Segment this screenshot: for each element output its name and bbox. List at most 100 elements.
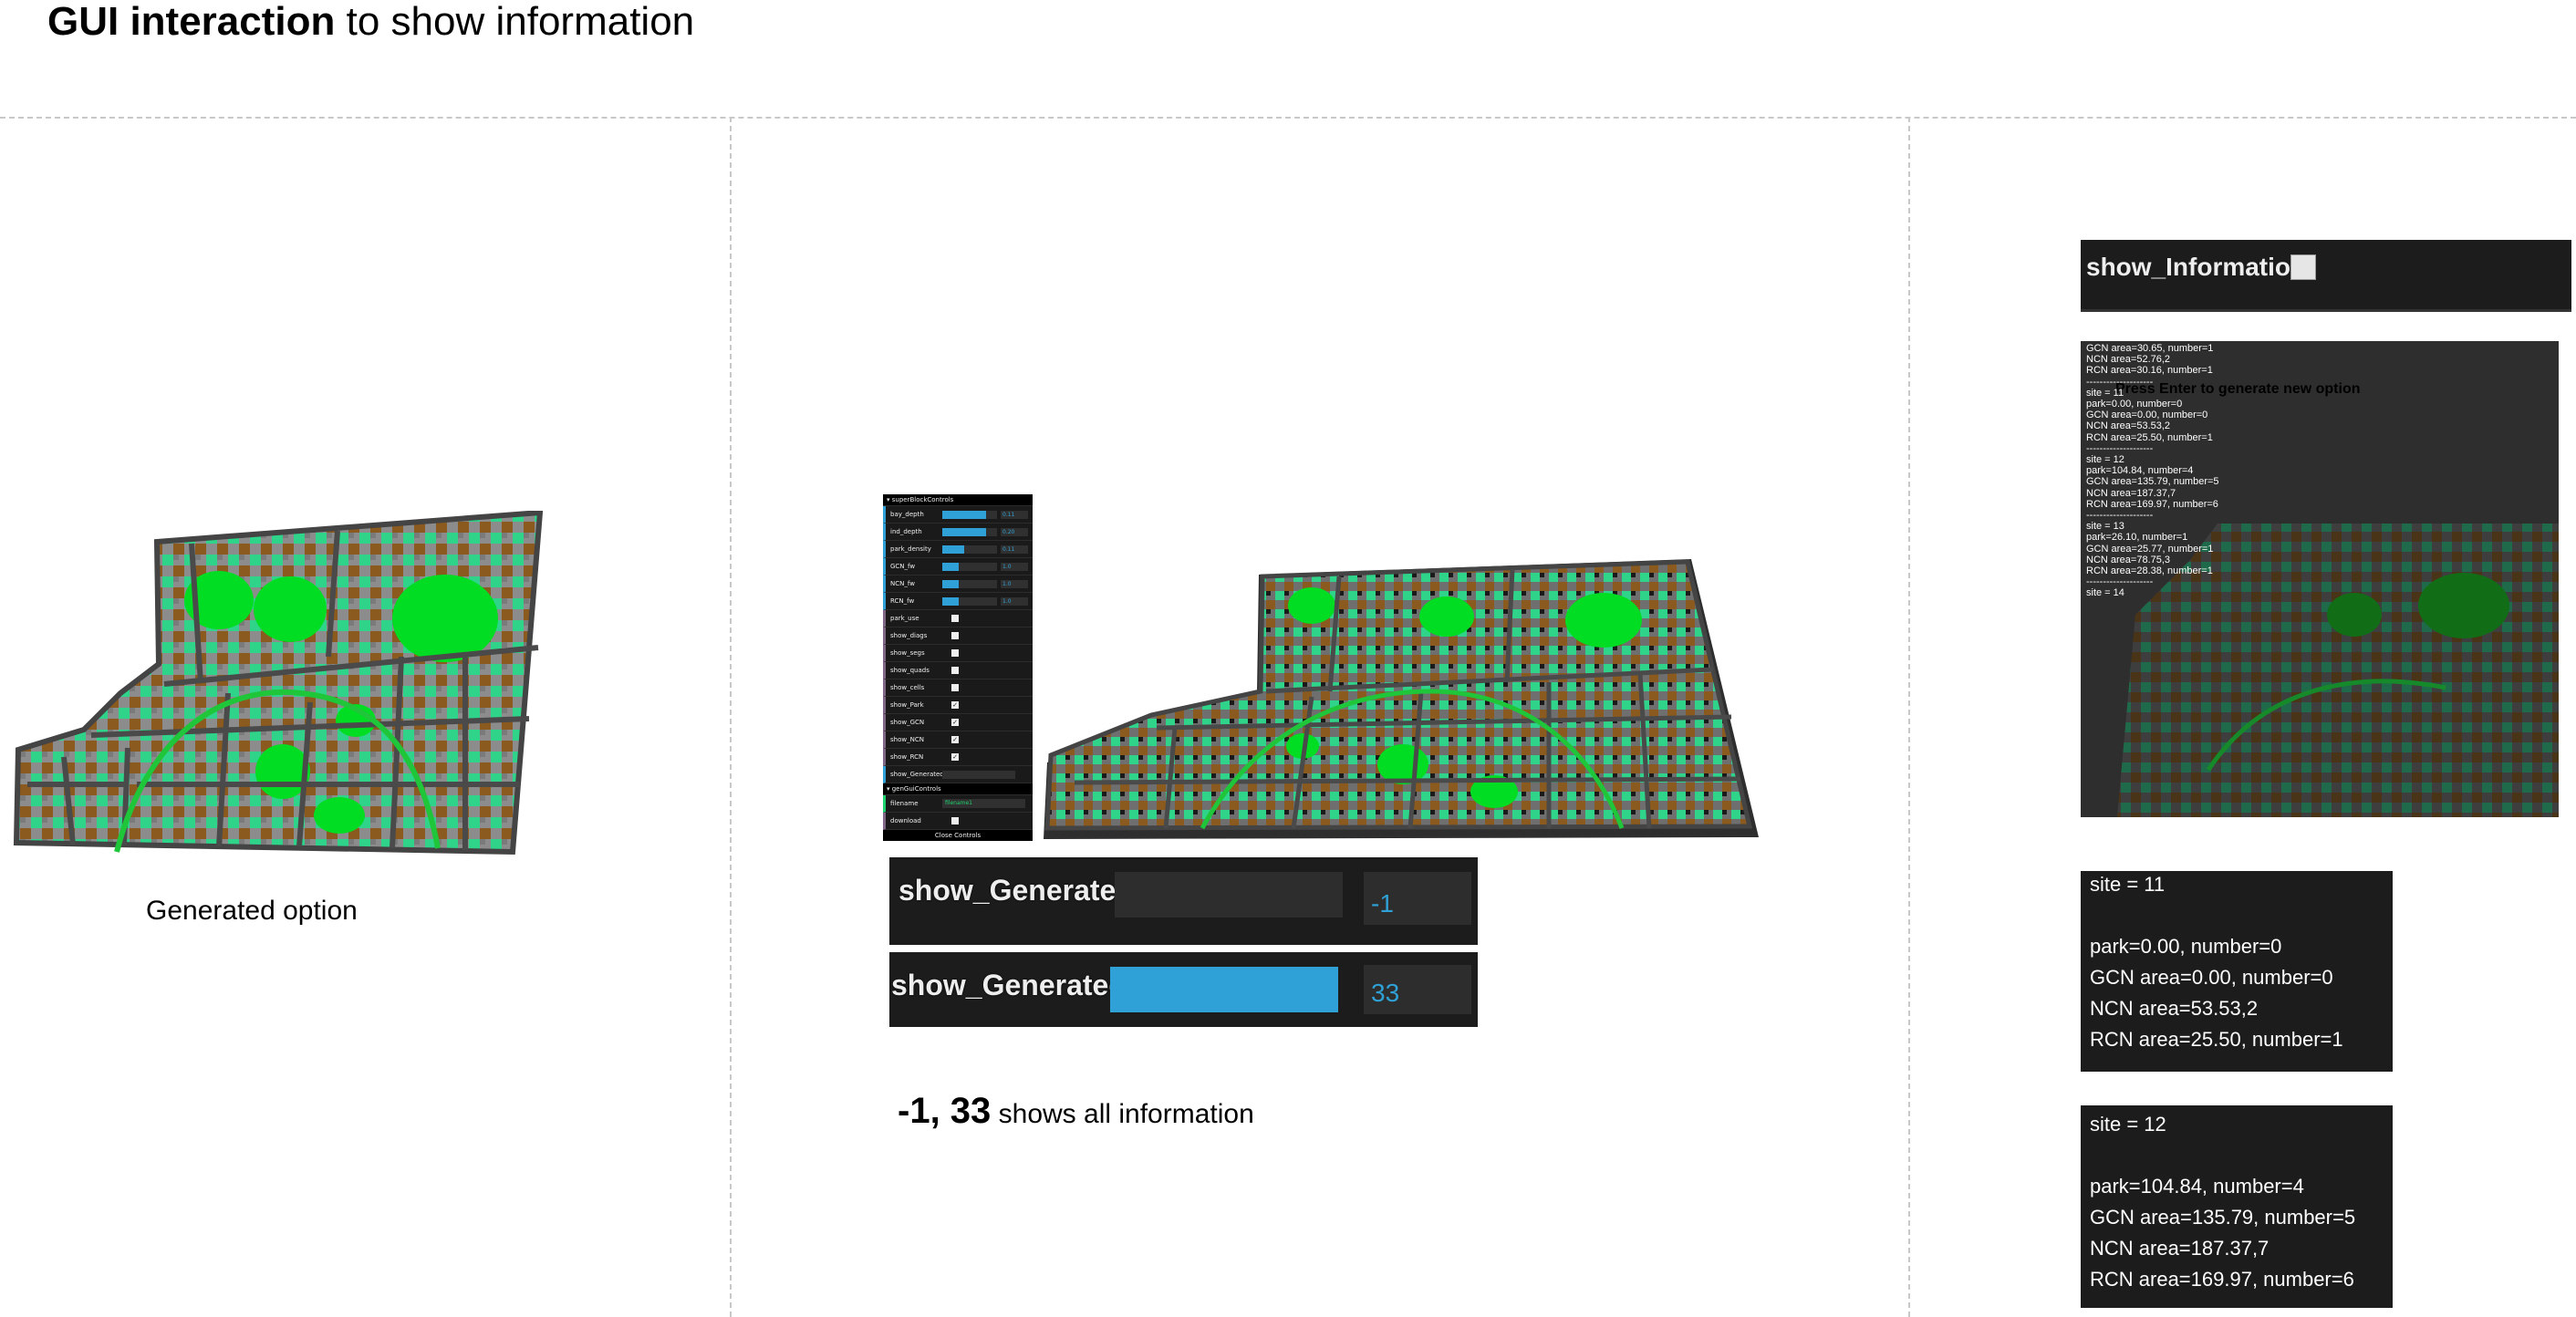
gui-checkbox[interactable] [951, 684, 959, 691]
gui-slider[interactable] [942, 580, 997, 588]
gui-controls-panel[interactable]: ▾ superBlockControls bay_depth 0.11 ind_de… [883, 494, 1033, 841]
gui-number-field[interactable]: 1.0 [1001, 563, 1028, 571]
caption-text: shows all information [998, 1099, 1254, 1129]
gui-slider-fill [942, 545, 964, 554]
gui-slider[interactable] [942, 545, 997, 554]
rcn-info: RCN area=169.97, number=6 [2090, 1268, 2354, 1291]
info-line: GCN area=25.77, number=1 [2086, 543, 2214, 555]
show-generated-slider-full[interactable] [1110, 967, 1338, 1012]
show-generated-control-low[interactable]: show_Generated -1 [889, 857, 1478, 945]
site-label: site = 12 [2090, 1113, 2166, 1136]
gui-label: NCN_fw [890, 580, 915, 587]
info-line: NCN area=187.37,7 [2086, 487, 2176, 499]
gui-row-checkbox[interactable]: show_GCN ✓ [883, 714, 1033, 731]
gui-row-number[interactable]: bay_depth 0.11 [883, 506, 1033, 524]
show-information-control[interactable]: show_Information [2081, 240, 2571, 312]
gui-row-number[interactable]: ind_depth 0.20 [883, 524, 1033, 541]
gui-row-show-generated[interactable]: show_Generated [883, 766, 1033, 783]
info-line: RCN area=30.16, number=1 [2086, 365, 2213, 377]
gui-row-checkbox[interactable]: park_use [883, 610, 1033, 627]
gui-row-number[interactable]: GCN_fw 1.0 [883, 558, 1033, 576]
gui-checkbox[interactable]: ✓ [951, 719, 959, 726]
gui-label: bay_depth [890, 511, 924, 518]
ncn-info: NCN area=53.53,2 [2090, 997, 2259, 1020]
info-line: site = 12 [2086, 454, 2124, 465]
gui-row-checkbox[interactable]: show_NCN ✓ [883, 731, 1033, 749]
show-generated-value[interactable]: 33 [1364, 965, 1471, 1014]
gui-label: download [890, 817, 921, 824]
info-line: RCN area=28.38, number=1 [2086, 565, 2213, 576]
gui-label: show_Park [890, 701, 924, 709]
info-line: GCN area=30.65, number=1 [2086, 343, 2214, 354]
show-generated-value[interactable]: -1 [1364, 872, 1471, 925]
info-line: GCN area=0.00, number=0 [2086, 410, 2208, 421]
column-divider-1 [730, 117, 732, 1317]
gui-checkbox[interactable] [951, 667, 959, 674]
gui-slider[interactable] [942, 597, 997, 606]
show-generated-label: show_Generated [898, 874, 1134, 907]
gui-label: show_quads [890, 667, 930, 674]
gcn-info: GCN area=0.00, number=0 [2090, 966, 2333, 989]
gui-row-checkbox[interactable]: show_diags [883, 627, 1033, 645]
gui-checkbox[interactable] [951, 632, 959, 639]
show-information-checkbox[interactable] [2290, 254, 2316, 280]
gui-checkbox[interactable] [951, 615, 959, 622]
gui-label: show_GCN [890, 719, 925, 726]
site-12-info-panel: site = 12 park=104.84, number=4 GCN area… [2081, 1105, 2393, 1308]
gui-slider[interactable] [942, 563, 997, 571]
info-line: RCN area=25.50, number=1 [2086, 431, 2213, 443]
gui-number-field[interactable]: 1.0 [1001, 580, 1028, 588]
park-info: park=104.84, number=4 [2090, 1175, 2304, 1198]
gui-label: GCN_fw [890, 563, 916, 570]
gui-label: show_cells [890, 684, 925, 691]
gui-label: park_use [890, 615, 919, 622]
gui-checkbox[interactable]: ✓ [951, 736, 959, 743]
gui-number-field[interactable]: 1.0 [1001, 597, 1028, 606]
gui-slider-fill [942, 580, 959, 588]
info-line: NCN area=52.76,2 [2086, 354, 2171, 366]
gui-row-checkbox[interactable]: show_RCN ✓ [883, 749, 1033, 766]
gui-checkbox[interactable]: ✓ [951, 701, 959, 709]
gui-slider-fill [942, 528, 986, 536]
gui-row-number[interactable]: park_density 0.11 [883, 541, 1033, 558]
gui-checkbox[interactable] [951, 649, 959, 657]
info-line: site = 11 [2086, 387, 2124, 399]
gui-row-checkbox[interactable]: show_Park ✓ [883, 697, 1033, 714]
gui-label: park_density [890, 545, 931, 553]
gui-label: filename [890, 800, 919, 807]
filename-input[interactable]: filename1 [942, 799, 1025, 808]
info-line: park=0.00, number=0 [2086, 399, 2183, 410]
superblock-controls-folder[interactable]: ▾ superBlockControls [883, 494, 1033, 506]
close-controls-button[interactable]: Close Controls [883, 830, 1033, 841]
gui-checkbox[interactable]: ✓ [951, 753, 959, 761]
gui-row-number[interactable]: NCN_fw 1.0 [883, 576, 1033, 593]
gui-slider[interactable] [942, 528, 997, 536]
gui-row-number[interactable]: RCN_fw 1.0 [883, 593, 1033, 610]
ncn-info: NCN area=187.37,7 [2090, 1237, 2270, 1260]
gui-slider[interactable] [942, 511, 997, 519]
gui-number-field[interactable]: 0.11 [1001, 511, 1028, 519]
gui-row-checkbox[interactable]: show_cells [883, 679, 1033, 697]
gui-slider-fill [942, 563, 959, 571]
download-checkbox[interactable] [951, 817, 959, 824]
show-generated-slider[interactable] [1115, 872, 1343, 918]
gui-slider-fill [942, 597, 959, 606]
gui-row-filename[interactable]: filename filename1 [883, 795, 1033, 813]
gui-number-field[interactable]: 0.11 [1001, 545, 1028, 554]
page-title: GUI interaction to show information [47, 0, 694, 46]
gui-number-field[interactable]: 0.20 [1001, 528, 1028, 536]
info-line: park=26.10, number=1 [2086, 532, 2188, 544]
gui-row-download[interactable]: download [883, 813, 1033, 830]
show-generated-control-high[interactable]: show_Generated 33 [889, 952, 1478, 1027]
park-info: park=0.00, number=0 [2090, 935, 2282, 958]
header-divider [0, 117, 2576, 119]
info-line: RCN area=169.97, number=6 [2086, 498, 2218, 510]
generated-option-plan-view [13, 511, 544, 856]
gui-row-checkbox[interactable]: show_quads [883, 662, 1033, 679]
gui-label: show_segs [890, 649, 925, 657]
gen-gui-controls-folder[interactable]: ▾ genGuiControls [883, 783, 1033, 795]
caption-values: -1, 33 [898, 1091, 992, 1131]
shows-all-caption: -1, 33 shows all information [898, 1091, 1254, 1132]
gui-row-checkbox[interactable]: show_segs [883, 645, 1033, 662]
gui-slider[interactable] [942, 771, 1015, 779]
